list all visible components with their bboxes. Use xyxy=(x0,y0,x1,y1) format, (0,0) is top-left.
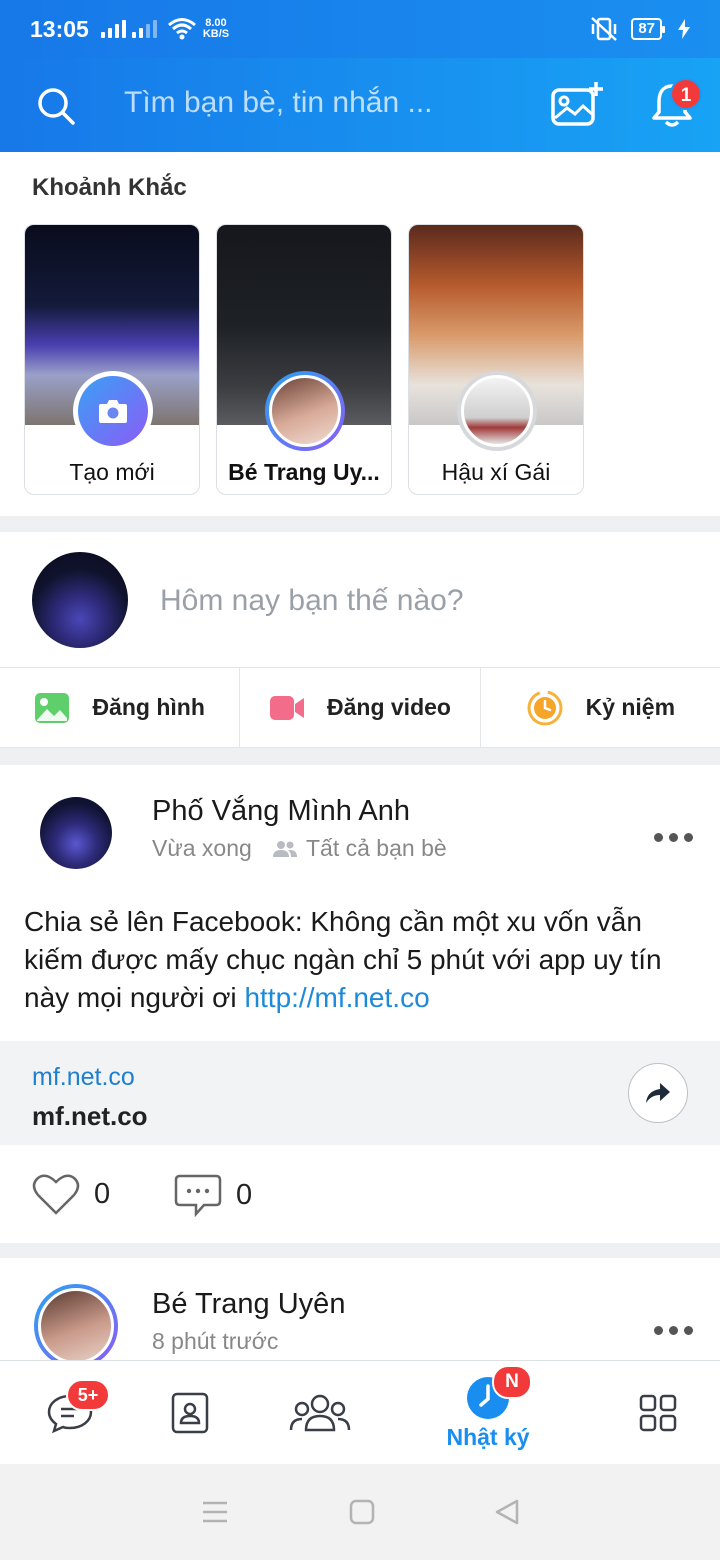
composer-actions: Đăng hình Đăng video Kỷ niệm xyxy=(0,667,720,748)
more-options-icon[interactable] xyxy=(654,833,694,845)
status-input[interactable]: Hôm nay bạn thế nào? xyxy=(160,584,464,618)
net-speed-unit: KB/S xyxy=(202,28,230,40)
post-link[interactable]: http://mf.net.co xyxy=(244,982,429,1013)
recent-apps-icon[interactable] xyxy=(200,1500,230,1524)
memory-clock-icon xyxy=(527,690,563,725)
post-author[interactable]: Bé Trang Uyên xyxy=(152,1288,345,1321)
comment-button[interactable]: 0 xyxy=(174,1173,252,1217)
moments-section: Khoảnh Khắc Tạo mới Bé Trang Uy... Hậu x… xyxy=(0,152,720,516)
comment-count: 0 xyxy=(236,1178,253,1211)
share-arrow-icon xyxy=(646,1083,670,1103)
avatar xyxy=(269,375,341,447)
home-icon[interactable] xyxy=(349,1499,375,1525)
grid-icon xyxy=(639,1394,677,1432)
post-time: Vừa xong xyxy=(152,835,252,861)
friends-icon xyxy=(273,840,297,857)
tab-diary-label: Nhật ký xyxy=(446,1423,530,1450)
post-audience: Tất cả bạn bè xyxy=(272,835,447,862)
action-label: Đăng video xyxy=(327,694,451,720)
story-item[interactable]: Hậu xí Gái xyxy=(408,224,584,495)
avatar[interactable] xyxy=(40,797,112,869)
audience-label: Tất cả bạn bè xyxy=(306,835,447,861)
post-photo-button[interactable]: Đăng hình xyxy=(0,668,239,747)
image-icon xyxy=(35,692,70,723)
post-author[interactable]: Phố Vắng Mình Anh xyxy=(152,795,410,828)
signal-icon xyxy=(100,20,126,38)
camera-icon xyxy=(99,400,127,423)
battery-icon: 87 xyxy=(631,18,665,40)
search-input[interactable]: Tìm bạn bè, tin nhắn ... xyxy=(124,86,433,120)
story-label: Hậu xí Gái xyxy=(441,459,551,485)
tab-messages[interactable] xyxy=(20,1361,120,1465)
like-button[interactable]: 0 xyxy=(32,1173,110,1215)
tab-groups[interactable] xyxy=(270,1361,370,1465)
comment-icon xyxy=(174,1174,222,1217)
share-button[interactable] xyxy=(628,1063,688,1123)
tab-more[interactable] xyxy=(608,1361,708,1465)
post-body: Chia sẻ lên Facebook: Không cần một xu v… xyxy=(24,903,704,1017)
link-preview-card[interactable]: mf.net.co mf.net.co xyxy=(0,1041,720,1145)
groups-icon xyxy=(289,1394,351,1432)
story-label: Bé Trang Uy... xyxy=(228,459,380,485)
story-create[interactable]: Tạo mới xyxy=(24,224,200,495)
moments-title: Khoảnh Khắc xyxy=(32,174,187,201)
video-camera-icon xyxy=(270,695,304,720)
story-avatar-ring xyxy=(457,371,537,451)
wifi-icon xyxy=(167,18,196,40)
post-time: 8 phút trước xyxy=(152,1328,279,1354)
post-composer: Hôm nay bạn thế nào? Đăng hình Đăng vide… xyxy=(0,532,720,748)
tab-contacts[interactable] xyxy=(140,1361,240,1465)
contacts-icon xyxy=(171,1392,209,1434)
status-time: 13:05 xyxy=(30,15,89,42)
avatar xyxy=(461,375,533,447)
post-video-button[interactable]: Đăng video xyxy=(239,668,479,747)
story-label: Tạo mới xyxy=(69,459,155,485)
like-count: 0 xyxy=(94,1177,111,1210)
feed-post: Phố Vắng Mình Anh Vừa xong Tất cả bạn bè… xyxy=(0,765,720,1243)
action-label: Kỷ niệm xyxy=(585,694,676,720)
action-label: Đăng hình xyxy=(92,694,205,720)
charging-icon xyxy=(678,19,690,39)
back-icon[interactable] xyxy=(494,1498,520,1526)
app-header: Tìm bạn bè, tin nhắn ... xyxy=(0,58,720,152)
search-icon[interactable] xyxy=(36,86,76,126)
avatar[interactable] xyxy=(34,1284,118,1368)
heart-icon xyxy=(32,1174,80,1215)
link-domain: mf.net.co xyxy=(32,1063,135,1091)
camera-button[interactable] xyxy=(73,371,153,451)
network-speed: 8.00 KB/S xyxy=(203,18,229,40)
add-photo-icon[interactable] xyxy=(550,80,604,128)
system-navigation-bar xyxy=(0,1464,720,1560)
status-bar: 13:05 8.00 KB/S 87 xyxy=(0,0,720,58)
memories-button[interactable]: Kỷ niệm xyxy=(479,668,720,747)
story-avatar-ring xyxy=(265,371,345,451)
signal-icon-2 xyxy=(131,20,157,38)
bottom-navigation: 5+ Nhật ký N xyxy=(0,1360,720,1464)
notification-badge: 1 xyxy=(670,78,702,110)
link-title: mf.net.co xyxy=(32,1101,148,1131)
messages-badge: 5+ xyxy=(66,1379,110,1411)
story-item[interactable]: Bé Trang Uy... xyxy=(216,224,392,495)
vibrate-mute-icon xyxy=(591,17,618,41)
diary-badge: N xyxy=(492,1365,532,1399)
more-options-icon[interactable] xyxy=(654,1326,694,1338)
feed-post: Bé Trang Uyên 8 phút trước xyxy=(0,1258,720,1368)
avatar[interactable] xyxy=(32,552,128,648)
